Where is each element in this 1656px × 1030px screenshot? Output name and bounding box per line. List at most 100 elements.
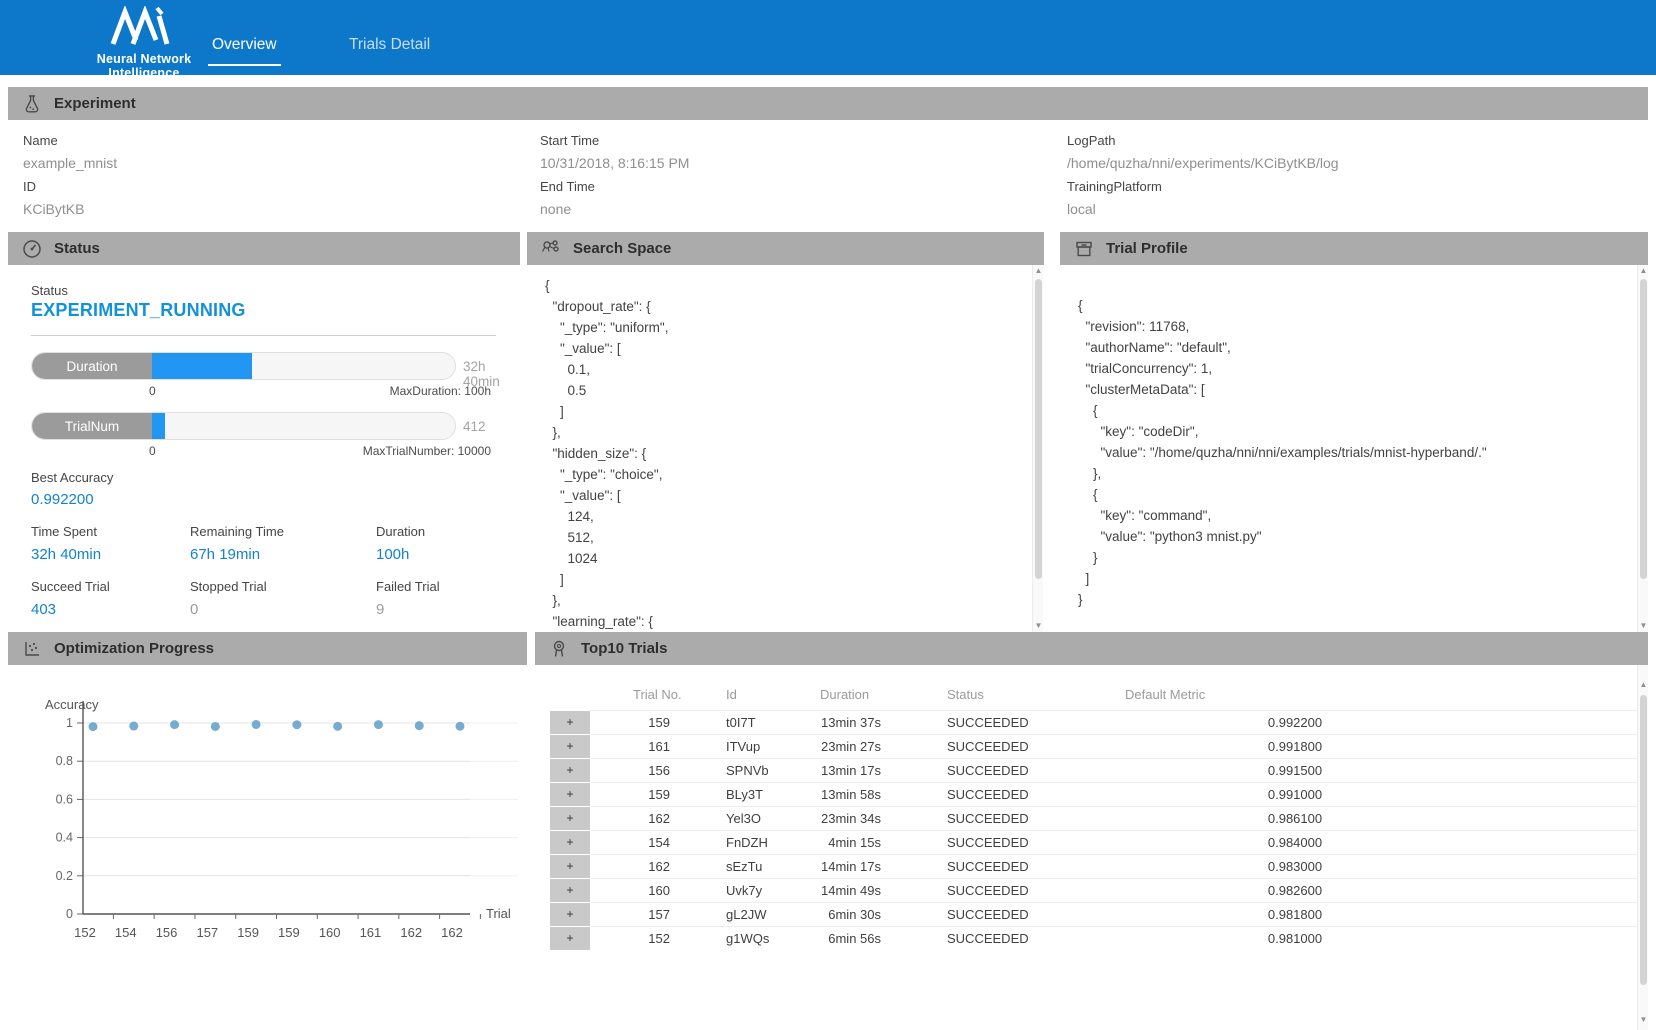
table-row: +154FnDZH4min 15sSUCCEEDED0.984000 <box>535 830 1648 854</box>
expand-icon[interactable]: + <box>550 927 590 950</box>
scatter-point[interactable] <box>292 720 301 729</box>
expand-icon[interactable]: + <box>550 735 590 758</box>
field-value-end-time: none <box>540 201 571 217</box>
expand-icon[interactable]: + <box>550 855 590 878</box>
cell-id: g1WQs <box>670 926 780 950</box>
scatter-point[interactable] <box>170 720 179 729</box>
chart-xtick: 159 <box>237 925 259 940</box>
expand-icon[interactable]: + <box>550 807 590 830</box>
top-navbar: Neural Network Intelligence Overview Tri… <box>0 0 1656 75</box>
expand-icon[interactable]: + <box>550 783 590 806</box>
scroll-down-icon[interactable]: ▼ <box>1638 620 1649 632</box>
scatter-point[interactable] <box>252 720 261 729</box>
code-line: "value": "python3 mnist.py" <box>1078 526 1633 547</box>
cell-status: SUCCEEDED <box>885 734 1125 758</box>
search-space-header: Search Space <box>527 232 1044 265</box>
code-line: "hidden_size": { <box>545 443 1025 464</box>
scatter-point[interactable] <box>211 722 220 731</box>
scroll-down-icon[interactable]: ▼ <box>1033 620 1044 632</box>
brand-text: Neural Network Intelligence <box>64 52 224 80</box>
table-row: +152g1WQs6min 56sSUCCEEDED0.981000 <box>535 926 1648 950</box>
cell-trial-no: 160 <box>590 878 670 902</box>
cell-id: sEzTu <box>670 854 780 878</box>
cell-status: SUCCEEDED <box>885 710 1125 734</box>
code-line: ] <box>545 569 1025 590</box>
field-label-logpath: LogPath <box>1067 133 1115 148</box>
time-spent-value: 32h 40min <box>31 546 101 563</box>
expand-icon[interactable]: + <box>550 879 590 902</box>
col-default-metric: Default Metric <box>1125 680 1465 710</box>
trialnum-progress-label: TrialNum <box>32 413 152 439</box>
scatter-point[interactable] <box>89 722 98 731</box>
table-row: +156SPNVb13min 17sSUCCEEDED0.991500 <box>535 758 1648 782</box>
search-space-scroll-thumb[interactable] <box>1035 279 1042 579</box>
best-accuracy-label: Best Accuracy <box>31 470 113 485</box>
expander-cell: + <box>535 926 590 950</box>
scatter-point[interactable] <box>456 722 465 731</box>
duration-stat-value: 100h <box>376 546 409 563</box>
table-row: +159t0I7T13min 37sSUCCEEDED0.992200 <box>535 710 1648 734</box>
cell-trial-no: 152 <box>590 926 670 950</box>
code-line: 0.1, <box>545 359 1025 380</box>
trial-profile-json: { "revision": 11768, "authorName": "defa… <box>1078 295 1633 632</box>
cell-id: gL2JW <box>670 902 780 926</box>
medal-icon <box>548 638 570 660</box>
brand: Neural Network Intelligence <box>64 6 224 80</box>
expander-column-header <box>535 680 590 710</box>
code-line: 0.5 <box>545 380 1025 401</box>
tab-trials-detail[interactable]: Trials Detail <box>349 36 430 54</box>
tab-overview[interactable]: Overview <box>212 36 277 54</box>
field-label-start-time: Start Time <box>540 133 599 148</box>
expand-icon[interactable]: + <box>550 831 590 854</box>
expand-icon[interactable]: + <box>550 759 590 782</box>
chart-xlabel: Trial <box>486 906 511 921</box>
cell-status: SUCCEEDED <box>885 830 1125 854</box>
cell-id: SPNVb <box>670 758 780 782</box>
nni-logo-icon <box>105 33 183 50</box>
expand-icon[interactable]: + <box>550 903 590 926</box>
cell-id: Yel3O <box>670 806 780 830</box>
trial-profile-scrollbar[interactable]: ▲ ▼ <box>1637 265 1648 632</box>
top10-scroll-thumb[interactable] <box>1640 695 1647 985</box>
search-space-json: { "dropout_rate": { "_type": "uniform", … <box>545 275 1025 632</box>
code-line: "_value": [ <box>545 338 1025 359</box>
scatter-point[interactable] <box>129 722 138 731</box>
chart-ytick: 0 <box>66 907 73 921</box>
cell-filler <box>1465 782 1648 806</box>
top10-table: Trial No. Id Duration Status Default Met… <box>535 680 1648 950</box>
chart-ylabel: Accuracy <box>45 697 99 712</box>
code-line: 512, <box>545 527 1025 548</box>
search-space-scrollbar[interactable]: ▲ ▼ <box>1032 265 1043 632</box>
expand-icon[interactable]: + <box>550 711 590 734</box>
scroll-up-icon[interactable]: ▲ <box>1638 679 1649 691</box>
chart-ytick: 1 <box>66 716 73 730</box>
code-line: "_type": "choice", <box>545 464 1025 485</box>
cell-trial-no: 157 <box>590 902 670 926</box>
col-status: Status <box>885 680 1125 710</box>
scatter-point[interactable] <box>374 720 383 729</box>
top10-header: Top10 Trials <box>535 632 1648 665</box>
scatter-point[interactable] <box>415 721 424 730</box>
cell-default-metric: 0.983000 <box>1125 854 1465 878</box>
succeed-trial-value: 403 <box>31 601 56 618</box>
cell-status: SUCCEEDED <box>885 902 1125 926</box>
cell-default-metric: 0.992200 <box>1125 710 1465 734</box>
code-line: "trialConcurrency": 1, <box>1078 358 1633 379</box>
table-row: +162Yel3O23min 34sSUCCEEDED0.986100 <box>535 806 1648 830</box>
duration-progress-bar: Duration <box>31 352 456 380</box>
scroll-down-icon[interactable]: ▼ <box>1638 1014 1649 1026</box>
expander-cell: + <box>535 878 590 902</box>
duration-max: MaxDuration: 100h <box>31 384 491 398</box>
trial-profile-scroll-thumb[interactable] <box>1640 279 1647 579</box>
cell-id: t0I7T <box>670 710 780 734</box>
code-line: 1024 <box>545 548 1025 569</box>
cell-filler <box>1465 806 1648 830</box>
scroll-up-icon[interactable]: ▲ <box>1638 265 1649 277</box>
table-row: +157gL2JW6min 30sSUCCEEDED0.981800 <box>535 902 1648 926</box>
scroll-up-icon[interactable]: ▲ <box>1033 265 1044 277</box>
field-value-id: KCiBytKB <box>23 201 84 217</box>
chart-xtick: 159 <box>278 925 300 940</box>
cell-duration: 14min 49s <box>780 878 885 902</box>
scatter-point[interactable] <box>333 722 342 731</box>
top10-scrollbar[interactable]: ▲ ▼ <box>1637 665 1648 1030</box>
